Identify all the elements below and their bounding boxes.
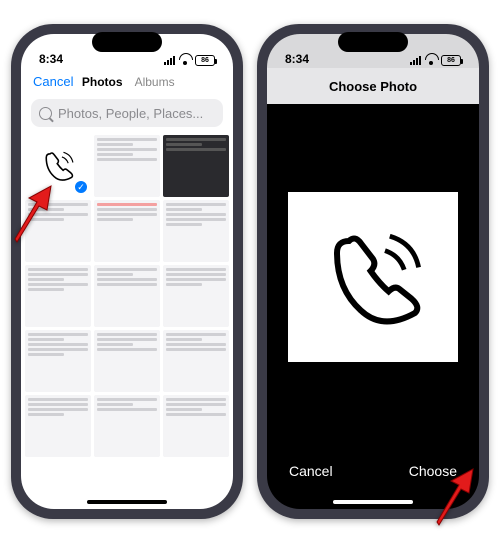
wifi-icon xyxy=(179,56,191,65)
photo-thumb[interactable] xyxy=(94,395,160,457)
photo-grid: ✓ xyxy=(21,131,233,509)
photo-crop-area[interactable] xyxy=(267,104,479,449)
choose-button[interactable]: Choose xyxy=(409,463,457,479)
photo-thumb-selected[interactable]: ✓ xyxy=(25,135,91,197)
photo-thumb[interactable] xyxy=(25,395,91,457)
screen-choose-photo: 8:34 86 Choose Photo Cancel Choose xyxy=(267,34,479,509)
photo-thumb[interactable] xyxy=(163,330,229,392)
photo-thumb[interactable] xyxy=(163,265,229,327)
choose-photo-header: Choose Photo xyxy=(267,68,479,104)
status-time: 8:34 xyxy=(285,52,309,66)
photo-thumb[interactable] xyxy=(163,200,229,262)
photo-thumb[interactable] xyxy=(25,200,91,262)
wifi-icon xyxy=(425,56,437,65)
photo-thumb[interactable] xyxy=(94,135,160,197)
search-icon xyxy=(39,107,52,120)
status-time: 8:34 xyxy=(39,52,63,66)
phone-left: 8:34 86 Cancel Photos Albums Photos, Peo… xyxy=(11,24,243,519)
screen-photo-picker: 8:34 86 Cancel Photos Albums Photos, Peo… xyxy=(21,34,233,509)
photo-thumb[interactable] xyxy=(25,265,91,327)
cellular-icon xyxy=(164,56,175,65)
check-icon: ✓ xyxy=(74,180,88,194)
battery-icon: 86 xyxy=(195,55,215,66)
search-placeholder: Photos, People, Places... xyxy=(58,106,203,121)
cancel-button[interactable]: Cancel xyxy=(289,463,333,479)
search-bar[interactable]: Photos, People, Places... xyxy=(31,99,223,127)
photo-thumb[interactable] xyxy=(94,200,160,262)
status-right: 86 xyxy=(164,55,215,66)
cancel-button[interactable]: Cancel xyxy=(33,74,73,89)
view-segment: Photos Albums xyxy=(82,75,175,89)
tab-photos[interactable]: Photos xyxy=(82,75,123,89)
dynamic-island xyxy=(338,32,408,52)
home-indicator[interactable] xyxy=(87,500,167,504)
photo-thumb[interactable] xyxy=(94,330,160,392)
photo-thumb[interactable] xyxy=(163,395,229,457)
picker-navbar: Cancel Photos Albums xyxy=(21,68,233,95)
status-right: 86 xyxy=(410,55,461,66)
cellular-icon xyxy=(410,56,421,65)
photo-thumb[interactable] xyxy=(163,135,229,197)
home-indicator[interactable] xyxy=(333,500,413,504)
photo-thumb[interactable] xyxy=(25,330,91,392)
photo-preview xyxy=(288,192,458,362)
phone-right: 8:34 86 Choose Photo Cancel Choose xyxy=(257,24,489,519)
phone-call-icon xyxy=(37,146,79,185)
phone-call-icon xyxy=(313,217,433,337)
choose-photo-title: Choose Photo xyxy=(329,79,417,94)
tab-albums[interactable]: Albums xyxy=(135,75,175,89)
battery-icon: 86 xyxy=(441,55,461,66)
photo-thumb[interactable] xyxy=(94,265,160,327)
dynamic-island xyxy=(92,32,162,52)
